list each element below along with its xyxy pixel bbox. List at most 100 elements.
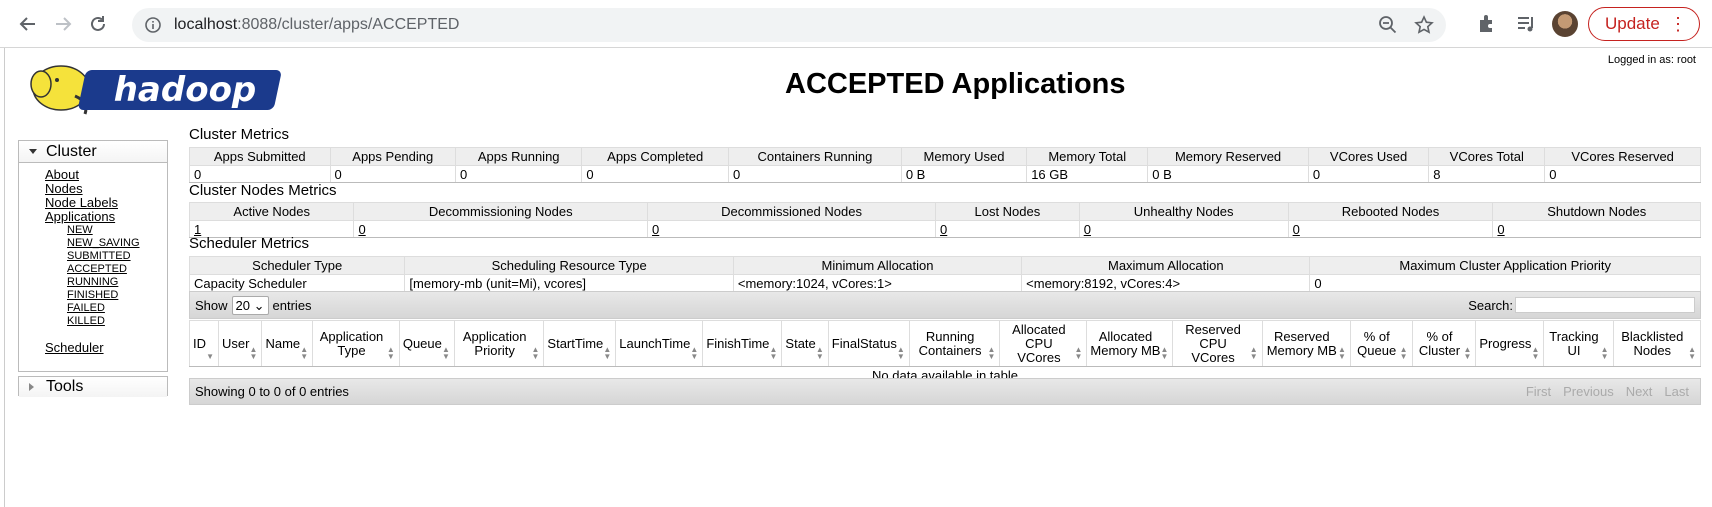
sm-header: Scheduling Resource Type (404, 256, 734, 275)
pager-first-button[interactable]: First (1520, 384, 1557, 399)
cluster-metrics-table: Apps Submitted Apps Pending Apps Running… (189, 147, 1701, 183)
column-header-label: Running Containers (918, 328, 982, 358)
address-bar[interactable]: localhost:8088/cluster/apps/ACCEPTED (132, 8, 1446, 42)
cm-value: 0 (1307, 165, 1430, 183)
column-header-label: FinishTime (706, 335, 770, 351)
search-label: Search: (1468, 297, 1513, 313)
sidebar-link-node-labels[interactable]: Node Labels (45, 195, 118, 210)
column-header-label: Blacklisted Nodes (1621, 328, 1684, 358)
sidebar-link-failed[interactable]: FAILED (67, 302, 105, 314)
bookmark-star-icon[interactable] (1414, 15, 1434, 35)
unhealthy-nodes-link[interactable]: 0 (1084, 222, 1091, 237)
column-header-queue[interactable]: Queue ▲ ▼ (398, 320, 455, 367)
node-metrics-title: Cluster Nodes Metrics (189, 182, 337, 199)
column-header-launchtime[interactable]: LaunchTime ▲ ▼ (615, 320, 704, 367)
column-header-reserved-cpu-vcores[interactable]: Reserved CPU VCores ▲ ▼ (1172, 320, 1263, 367)
pager-previous-button[interactable]: Previous (1557, 384, 1620, 399)
sort-icon: ▲ ▼ (1337, 345, 1346, 361)
sm-header: Scheduler Type (188, 256, 406, 275)
page-size-select[interactable]: 20 ⌄ (231, 295, 269, 315)
hadoop-logo: hadoop (30, 65, 281, 115)
column-header-user[interactable]: User ▲ ▼ (217, 320, 263, 367)
column-header-tracking-ui[interactable]: Tracking UI ▲ ▼ (1543, 320, 1614, 367)
column-header-label: User (222, 335, 250, 351)
cm-header: Memory Total (1026, 147, 1149, 166)
shutdown-nodes-link[interactable]: 0 (1497, 222, 1504, 237)
column-header-application-type[interactable]: Application Type ▲ ▼ (312, 320, 400, 367)
sort-icon: ▲ ▼ (1074, 345, 1083, 361)
forward-button[interactable] (48, 9, 78, 39)
sidebar-cluster-header[interactable]: Cluster (19, 141, 167, 163)
zoom-out-icon[interactable] (1378, 15, 1398, 35)
column-header-application-priority[interactable]: Application Priority ▲ ▼ (453, 320, 545, 367)
decommissioned-nodes-link[interactable]: 0 (652, 222, 659, 237)
sort-icon: ▲ ▼ (1463, 345, 1472, 361)
column-header-label: Queue (402, 335, 442, 351)
lost-nodes-link[interactable]: 0 (940, 222, 947, 237)
decommissioning-nodes-link[interactable]: 0 (358, 222, 365, 237)
column-header-running-containers[interactable]: Running Containers ▲ ▼ (908, 320, 1001, 367)
sidebar-link-running[interactable]: RUNNING (67, 276, 118, 288)
more-menu-icon[interactable]: ⋮ (1669, 14, 1687, 34)
sort-icon: ▲ ▼ (1600, 345, 1609, 361)
sidebar-link-killed[interactable]: KILLED (67, 315, 105, 327)
sidebar-link-finished[interactable]: FINISHED (67, 289, 118, 301)
pager-next-button[interactable]: Next (1620, 384, 1659, 399)
cm-value: 0 (728, 165, 902, 183)
column-header-label: Allocated CPU VCores (1012, 321, 1066, 365)
show-label: Show (195, 297, 228, 313)
sidebar-link-new[interactable]: NEW (67, 224, 93, 236)
media-queue-icon[interactable] (1515, 13, 1537, 35)
logged-in-text: Logged in as: root (1607, 54, 1696, 66)
column-header-finalstatus[interactable]: FinalStatus ▲ ▼ (827, 320, 910, 367)
sidebar-link-about[interactable]: About (45, 167, 79, 182)
sidebar-link-submitted[interactable]: SUBMITTED (67, 250, 131, 262)
column-header-starttime[interactable]: StartTime ▲ ▼ (543, 320, 617, 367)
column-header-state[interactable]: State ▲ ▼ (781, 320, 829, 367)
column-header-name[interactable]: Name ▲ ▼ (261, 320, 314, 367)
expanded-triangle-icon (29, 149, 37, 154)
column-header-blacklisted-nodes[interactable]: Blacklisted Nodes ▲ ▼ (1612, 320, 1702, 367)
rebooted-nodes-link[interactable]: 0 (1293, 222, 1300, 237)
sort-icon: ▲ ▼ (300, 345, 309, 361)
sidebar-link-nodes[interactable]: Nodes (45, 181, 83, 196)
sidebar-tools-header[interactable]: Tools (19, 377, 167, 397)
url-text[interactable]: localhost:8088/cluster/apps/ACCEPTED (174, 16, 459, 34)
pager-last-button[interactable]: Last (1658, 384, 1695, 399)
cm-header: VCores Total (1428, 147, 1546, 166)
cm-header: VCores Used (1307, 147, 1430, 166)
back-button[interactable] (13, 9, 43, 39)
column-header-progress[interactable]: Progress ▲ ▼ (1475, 320, 1545, 367)
applications-table: ID ▼ User ▲ ▼ Name ▲ ▼ Application Type ▲ ▼ Queue ▲ ▼… (189, 320, 1702, 385)
cm-value: 8 (1428, 165, 1546, 183)
column-header-of-queue[interactable]: % of Queue ▲ ▼ (1349, 320, 1413, 367)
column-header-allocated-cpu-vcores[interactable]: Allocated CPU VCores ▲ ▼ (999, 320, 1088, 367)
column-header-finishtime[interactable]: FinishTime ▲ ▼ (702, 320, 783, 367)
extensions-puzzle-icon[interactable] (1476, 13, 1498, 35)
column-header-of-cluster[interactable]: % of Cluster ▲ ▼ (1411, 320, 1477, 367)
chevron-down-icon: ⌄ (253, 297, 265, 313)
nm-header: Decommissioning Nodes (353, 202, 649, 221)
sidebar-tools-panel[interactable]: Tools (18, 376, 168, 397)
reload-button[interactable] (83, 9, 113, 39)
profile-avatar[interactable] (1552, 11, 1578, 37)
column-header-label: % of Queue (1357, 328, 1397, 358)
sidebar-link-scheduler[interactable]: Scheduler (45, 340, 104, 355)
cm-value: 0 B (900, 165, 1028, 183)
node-metrics-table: Active Nodes Decommissioning Nodes Decom… (188, 202, 1701, 238)
search-input[interactable] (1515, 297, 1695, 313)
sidebar-link-applications[interactable]: Applications (45, 209, 115, 224)
sidebar-link-new-saving[interactable]: NEW_SAVING (67, 237, 140, 249)
nm-header: Shutdown Nodes (1492, 202, 1701, 221)
nm-header: Active Nodes (188, 202, 355, 221)
info-icon[interactable] (144, 16, 162, 34)
column-header-id[interactable]: ID ▼ (189, 320, 219, 367)
sort-icon: ▲ ▼ (1160, 345, 1169, 361)
sort-icon: ▲ ▼ (1688, 345, 1696, 361)
sm-header: Maximum Cluster Application Priority (1309, 256, 1701, 275)
reload-icon (91, 16, 105, 31)
column-header-allocated-memory-mb[interactable]: Allocated Memory MB ▲ ▼ (1086, 320, 1174, 367)
column-header-reserved-memory-mb[interactable]: Reserved Memory MB ▲ ▼ (1261, 320, 1351, 367)
sidebar-link-accepted[interactable]: ACCEPTED (67, 263, 127, 275)
update-button[interactable]: Update ⋮ (1588, 7, 1700, 41)
